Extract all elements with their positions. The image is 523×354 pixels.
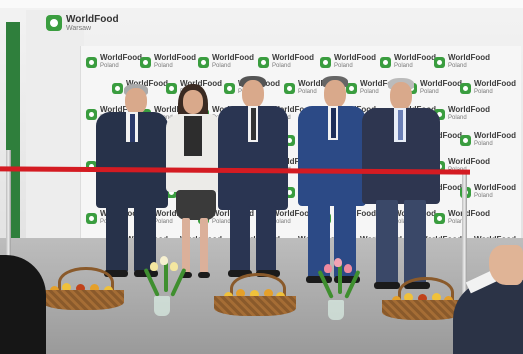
press-wall-brand-country: Poland [394, 63, 413, 69]
press-wall-brand-name: WorldFood [420, 79, 463, 88]
press-wall-brand-name: WorldFood [212, 53, 255, 62]
fruit-basket-3 [382, 264, 464, 320]
brand-mark-icon [112, 82, 123, 94]
press-wall-brand-name: WorldFood [448, 53, 491, 62]
top-brand-city: Warsaw [66, 25, 92, 32]
press-wall-brand-country: Poland [334, 63, 353, 69]
press-wall-brand-name: WorldFood [474, 183, 517, 192]
press-wall-brand-country: Poland [448, 219, 467, 225]
brand-mark-icon [86, 108, 97, 120]
press-wall-brand-name: WorldFood [474, 79, 517, 88]
press-wall-brand-country: Poland [100, 63, 119, 69]
press-wall-logo: WorldFoodPoland [86, 54, 142, 70]
press-wall-brand-country: Poland [474, 193, 493, 199]
brand-mark-icon [380, 56, 391, 68]
fruit-basket-2 [214, 262, 296, 316]
brand-mark-icon [46, 15, 62, 31]
brand-mark-icon [224, 82, 235, 94]
tulip-vase-2 [317, 258, 361, 320]
press-wall-logo: WorldFoodPoland [258, 54, 314, 70]
brand-mark-icon [320, 56, 331, 68]
press-wall-brand-name: WorldFood [154, 53, 197, 62]
press-wall-logo: WorldFoodPoland [460, 80, 516, 96]
brand-mark-icon [86, 56, 97, 68]
brand-mark-icon [284, 82, 295, 94]
press-wall-brand-country: Poland [212, 63, 231, 69]
brand-mark-icon [198, 56, 209, 68]
brand-mark-icon [460, 82, 471, 94]
press-wall-brand-name: WorldFood [448, 209, 491, 218]
press-wall-logo: WorldFoodPoland [380, 54, 436, 70]
brand-mark-icon [434, 212, 445, 224]
press-wall-brand-country: Poland [420, 89, 439, 95]
brand-mark-icon [166, 82, 177, 94]
press-wall-brand-name: WorldFood [272, 53, 315, 62]
press-wall-logo: WorldFoodPoland [460, 132, 516, 148]
press-wall-brand-country: Poland [154, 63, 173, 69]
press-wall-brand-country: Poland [474, 89, 493, 95]
press-wall-brand-name: WorldFood [448, 157, 491, 166]
brand-mark-icon [140, 56, 151, 68]
press-wall-brand-country: Poland [448, 115, 467, 121]
brand-mark-icon [460, 134, 471, 146]
press-wall-brand-name: WorldFood [334, 53, 377, 62]
top-brand-name: WorldFood [66, 14, 119, 25]
press-wall-brand-name: WorldFood [448, 105, 491, 114]
press-wall-brand-name: WorldFood [474, 131, 517, 140]
foreground-hand [489, 245, 523, 285]
press-wall-brand-country: Poland [272, 63, 291, 69]
press-wall-logo: WorldFoodPoland [406, 80, 462, 96]
press-wall-logo: WorldFoodPoland [320, 54, 376, 70]
top-strip [0, 0, 523, 8]
press-wall-logo: WorldFoodPoland [434, 54, 490, 70]
press-wall-logo: WorldFoodPoland [434, 106, 490, 122]
tulip-vase-1 [143, 256, 187, 316]
press-wall-logo: WorldFoodPoland [140, 54, 196, 70]
foreground-sleeve-right [453, 280, 523, 354]
press-wall-logo: WorldFoodPoland [460, 184, 516, 200]
press-wall-brand-country: Poland [448, 63, 467, 69]
fruit-basket-1 [42, 258, 124, 310]
press-wall-brand-name: WorldFood [394, 53, 437, 62]
brand-mark-icon [86, 212, 97, 224]
press-wall-brand-name: WorldFood [100, 53, 143, 62]
press-wall-logo: WorldFoodPoland [198, 54, 254, 70]
left-panel [26, 10, 84, 250]
press-wall-brand-country: Poland [474, 141, 493, 147]
brand-mark-icon [434, 56, 445, 68]
brand-mark-icon [258, 56, 269, 68]
top-brand-logo: WorldFood Warsaw [46, 14, 119, 32]
photo-scene: WorldFood Warsaw WorldFood Poland WorldFoo… [0, 0, 523, 354]
